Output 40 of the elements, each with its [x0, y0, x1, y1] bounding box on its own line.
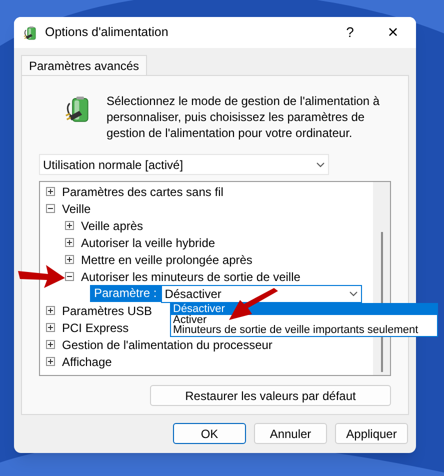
collapse-icon[interactable]	[65, 272, 74, 281]
tree-item[interactable]: Paramètres des cartes sans fil	[62, 182, 224, 200]
setting-dropdown[interactable]: Désactiver	[160, 284, 362, 302]
tree-item[interactable]: Affichage	[62, 352, 112, 370]
expand-icon[interactable]	[65, 255, 74, 264]
tree-item[interactable]: Autoriser la veille hybride	[81, 234, 216, 252]
expand-icon[interactable]	[46, 306, 55, 315]
pointer-arrow	[18, 263, 66, 289]
expand-icon[interactable]	[46, 187, 55, 196]
tab[interactable]: Paramètres avancés	[21, 55, 148, 75]
tree-item[interactable]: Mettre en veille prolongée après	[81, 250, 252, 268]
restore-defaults-button[interactable]: Restaurer les valeurs par défaut	[150, 385, 391, 406]
expand-icon[interactable]	[65, 221, 74, 230]
setting-label: Paramètre :	[90, 285, 161, 302]
expand-icon[interactable]	[46, 357, 55, 366]
pointer-arrow	[228, 288, 280, 322]
chevron-down-icon	[316, 162, 325, 168]
expand-icon[interactable]	[46, 340, 55, 349]
chevron-down-icon	[348, 290, 358, 296]
tree-item[interactable]: Veille	[62, 200, 91, 218]
dropdown-option[interactable]: Désactiver	[171, 304, 437, 314]
intro-text: Sélectionnez le mode de gestion de l'alimentation à personnaliser, puis choisissez les paramètres de gestion de l'alimentation pour votre ordinateur.	[106, 93, 381, 141]
help-button[interactable]: ?	[330, 17, 370, 48]
window-title: Options d'alimentation	[45, 24, 168, 42]
expand-icon[interactable]	[65, 238, 74, 247]
dropdown-option[interactable]: Minuteurs de sortie de veille importants seulement	[171, 325, 437, 336]
tree-item[interactable]: Autoriser les minuteurs de sortie de veille	[81, 268, 300, 286]
dropdown-option[interactable]: Activer	[171, 314, 437, 325]
tree-item[interactable]: Gestion de l'alimentation du processeur	[62, 336, 272, 354]
expand-icon[interactable]	[46, 323, 55, 332]
dialog-button[interactable]: Annuler	[254, 423, 327, 444]
battery-icon	[23, 24, 39, 40]
plan-dropdown[interactable]: Utilisation normale [activé]	[39, 154, 329, 175]
tree-item[interactable]: Paramètres USB	[62, 302, 152, 320]
dialog-button[interactable]: Appliquer	[335, 423, 408, 444]
collapse-icon[interactable]	[46, 204, 55, 213]
close-button[interactable]: ×	[370, 17, 416, 48]
tree-item[interactable]: Veille après	[81, 216, 144, 234]
tree-item[interactable]: PCI Express	[62, 318, 129, 336]
dialog-button[interactable]: OK	[173, 423, 246, 444]
